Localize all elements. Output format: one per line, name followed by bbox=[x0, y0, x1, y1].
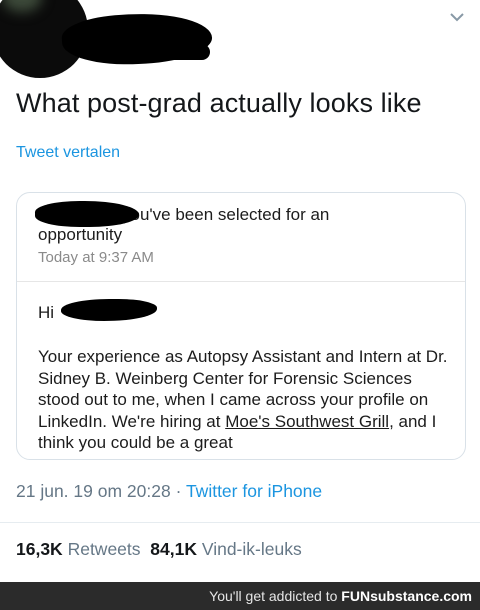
email-divider bbox=[17, 281, 465, 282]
retweets-count: 16,3K bbox=[16, 539, 63, 559]
likes-label: Vind-ik-leuks bbox=[201, 539, 302, 559]
tweet-stats: 16,3K Retweets 84,1K Vind-ik-leuks bbox=[16, 539, 302, 560]
tweet-date[interactable]: 21 jun. 19 om 20:28 bbox=[16, 481, 171, 501]
divider bbox=[0, 522, 480, 523]
chevron-down-icon[interactable] bbox=[448, 8, 466, 26]
redacted-handle bbox=[100, 44, 210, 60]
redacted-recipient bbox=[61, 299, 157, 321]
avatar-highlight bbox=[2, 0, 42, 12]
likes-stat[interactable]: 84,1K Vind-ik-leuks bbox=[150, 539, 301, 559]
email-subject-line1: you've been selected for an bbox=[122, 205, 330, 224]
watermark-text: You'll get addicted to FUNsubstance.com bbox=[209, 588, 472, 604]
email-subject-line2: opportunity bbox=[38, 225, 123, 244]
tweet-text: What post-grad actually looks like bbox=[16, 88, 422, 118]
redacted-sender bbox=[35, 201, 139, 227]
tweet-meta: 21 jun. 19 om 20:28 · Twitter for iPhone bbox=[16, 481, 322, 502]
email-timestamp: Today at 9:37 AM bbox=[38, 249, 154, 266]
likes-count: 84,1K bbox=[150, 539, 197, 559]
watermark-brand: FUNsubstance.com bbox=[341, 588, 472, 604]
tweet-source-link[interactable]: Twitter for iPhone bbox=[186, 481, 322, 501]
watermark-prefix: You'll get addicted to bbox=[209, 588, 342, 604]
email-body: Your experience as Autopsy Assistant and… bbox=[38, 346, 448, 454]
email-greeting: Hi bbox=[38, 303, 55, 322]
translate-tweet-link[interactable]: Tweet vertalen bbox=[16, 144, 120, 162]
retweets-stat[interactable]: 16,3K Retweets bbox=[16, 539, 141, 559]
email-body-company: Moe's Southwest Grill bbox=[225, 411, 390, 431]
email-screenshot-image[interactable]: you've been selected for an opportunity … bbox=[16, 192, 466, 460]
retweets-label: Retweets bbox=[67, 539, 141, 559]
watermark-footer: You'll get addicted to FUNsubstance.com bbox=[0, 582, 480, 610]
meta-separator: · bbox=[175, 481, 182, 501]
